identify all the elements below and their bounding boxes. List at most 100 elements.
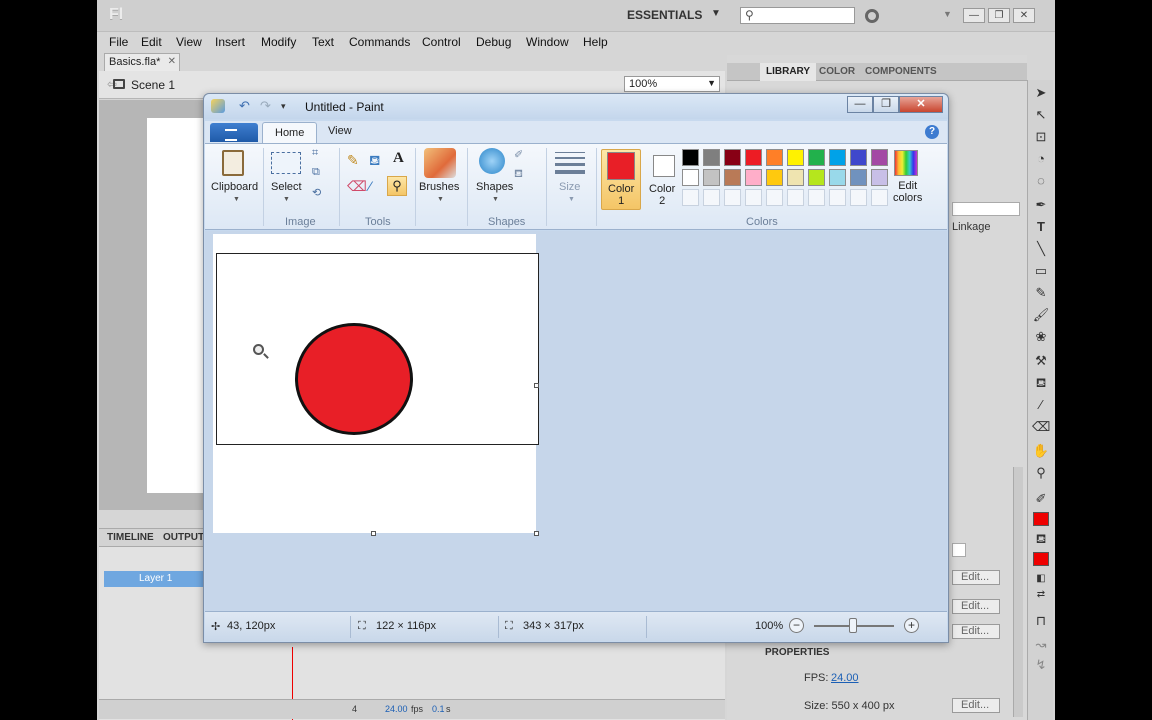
fill-style-icon[interactable]: ⛾ [514, 168, 523, 182]
chevron-down-icon[interactable]: ▼ [568, 196, 575, 203]
snap-icon[interactable]: ⊓ [1032, 612, 1050, 630]
text-icon[interactable]: A [393, 150, 404, 167]
resize-icon[interactable]: ⧉ [312, 166, 320, 179]
color-2-label[interactable]: Color 2 [649, 183, 675, 207]
stroke-color-swatch[interactable] [1033, 512, 1049, 526]
straighten-icon[interactable]: ↯ [1032, 656, 1050, 674]
eraser-icon[interactable]: ⌫ [1032, 418, 1050, 436]
close-button[interactable]: ✕ [1013, 8, 1035, 23]
stage-zoom-select[interactable]: 100% ▼ [624, 76, 720, 92]
palette-swatch[interactable] [787, 169, 804, 186]
edit-colors-label[interactable]: Edit colors [893, 180, 922, 204]
free-transform-icon[interactable]: ⊡ [1032, 128, 1050, 146]
library-search-field[interactable] [952, 202, 1020, 216]
brushes-icon[interactable] [424, 148, 456, 178]
fill-color-icon[interactable]: ⛾ [1032, 530, 1050, 548]
pencil-icon[interactable]: ✎ [347, 152, 359, 169]
menu-control[interactable]: Control [422, 35, 461, 49]
pencil-tool-icon[interactable]: ✎ [1032, 284, 1050, 302]
palette-swatch[interactable] [703, 149, 720, 166]
paint-bucket-icon[interactable]: ⛾ [1032, 374, 1050, 392]
resize-handle-bottom[interactable] [371, 531, 376, 536]
menu-edit[interactable]: Edit [141, 35, 162, 49]
palette-swatch[interactable] [724, 169, 741, 186]
close-button[interactable]: ✕ [899, 96, 943, 113]
select-icon[interactable] [271, 152, 301, 174]
close-icon[interactable]: ✕ [168, 56, 176, 67]
minimize-button[interactable]: — [963, 8, 985, 23]
color-picker-icon[interactable]: ⁄ [369, 178, 371, 194]
custom-color-slot[interactable] [682, 189, 699, 206]
workspace-switcher[interactable]: ESSENTIALS [627, 8, 702, 22]
frame-rate-value[interactable]: 24.00 [385, 704, 408, 714]
tab-color[interactable]: COLOR [819, 66, 855, 77]
custom-color-slot[interactable] [724, 189, 741, 206]
chevron-down-icon[interactable]: ▼ [437, 196, 444, 203]
custom-color-slot[interactable] [829, 189, 846, 206]
chevron-down-icon[interactable]: ▼ [943, 9, 952, 19]
crop-icon[interactable]: ⌗ [312, 147, 318, 160]
resize-handle-corner[interactable] [534, 531, 539, 536]
resize-handle-right[interactable] [534, 383, 539, 388]
tab-components[interactable]: COMPONENTS [865, 66, 937, 77]
menu-commands[interactable]: Commands [349, 35, 410, 49]
palette-swatch[interactable] [871, 169, 888, 186]
quick-access-dropdown-icon[interactable]: ▾ [281, 101, 286, 112]
maximize-button[interactable]: ❐ [873, 96, 899, 113]
layer-row[interactable]: Layer 1 [104, 571, 204, 587]
custom-color-slot[interactable] [703, 189, 720, 206]
menu-file[interactable]: File [109, 35, 128, 49]
menu-debug[interactable]: Debug [476, 35, 511, 49]
tab-output[interactable]: OUTPUT [163, 532, 204, 543]
minimize-button[interactable]: — [847, 96, 873, 113]
custom-color-slot[interactable] [850, 189, 867, 206]
tab-timeline[interactable]: TIMELINE [107, 532, 154, 543]
pasted-image[interactable] [216, 253, 539, 445]
undo-icon[interactable]: ↶ [239, 98, 250, 114]
color-field[interactable] [952, 543, 966, 557]
fill-color-swatch[interactable] [1033, 552, 1049, 566]
palette-swatch[interactable] [829, 149, 846, 166]
palette-swatch[interactable] [745, 149, 762, 166]
bone-tool-icon[interactable]: ⚒ [1032, 352, 1050, 370]
palette-swatch[interactable] [682, 149, 699, 166]
rotate-icon[interactable]: ⟲ [312, 186, 321, 199]
canvas[interactable] [213, 234, 539, 533]
deco-tool-icon[interactable]: ❀ [1032, 328, 1050, 346]
zoom-in-button[interactable]: + [904, 618, 919, 633]
document-tab[interactable]: Basics.fla* ✕ [104, 53, 180, 71]
fill-icon[interactable]: ⛾ [369, 152, 380, 171]
menu-modify[interactable]: Modify [261, 35, 296, 49]
size-icon[interactable] [555, 152, 585, 174]
stroke-color-icon[interactable]: ✐ [1032, 490, 1050, 508]
help-icon[interactable]: ? [925, 125, 939, 139]
eyedropper-icon[interactable]: ⁄ [1032, 396, 1050, 414]
smooth-icon[interactable]: ↝ [1032, 636, 1050, 654]
clipboard-icon[interactable] [222, 150, 244, 176]
paint-menu-button[interactable] [210, 123, 258, 142]
menu-help[interactable]: Help [583, 35, 608, 49]
palette-swatch[interactable] [766, 169, 783, 186]
chevron-down-icon[interactable]: ▼ [711, 8, 721, 19]
lasso-icon[interactable]: ◌ [1032, 172, 1050, 190]
panel-scrollbar[interactable] [1013, 467, 1023, 717]
tab-library[interactable]: LIBRARY [760, 63, 817, 81]
menu-text[interactable]: Text [312, 35, 334, 49]
custom-color-slot[interactable] [766, 189, 783, 206]
hand-tool-icon[interactable]: ✋ [1032, 442, 1050, 460]
palette-swatch[interactable] [703, 169, 720, 186]
fps-value[interactable]: 24.00 [831, 672, 859, 684]
selection-tool-icon[interactable]: ➤ [1032, 84, 1050, 102]
shapes-icon[interactable] [479, 148, 505, 174]
edit-button[interactable]: Edit... [952, 624, 1000, 639]
swap-colors-icon[interactable]: ⇄ [1032, 586, 1050, 604]
redo-icon[interactable]: ↷ [260, 98, 271, 114]
cs-live-icon[interactable] [865, 9, 879, 23]
palette-swatch[interactable] [766, 149, 783, 166]
rectangle-tool-icon[interactable]: ▭ [1032, 262, 1050, 280]
clipboard-label[interactable]: Clipboard [211, 181, 258, 193]
3d-rotation-icon[interactable]: ◔ [1032, 150, 1050, 168]
menu-view[interactable]: View [176, 35, 202, 49]
shapes-button-label[interactable]: Shapes [476, 181, 513, 193]
edit-button[interactable]: Edit... [952, 570, 1000, 585]
